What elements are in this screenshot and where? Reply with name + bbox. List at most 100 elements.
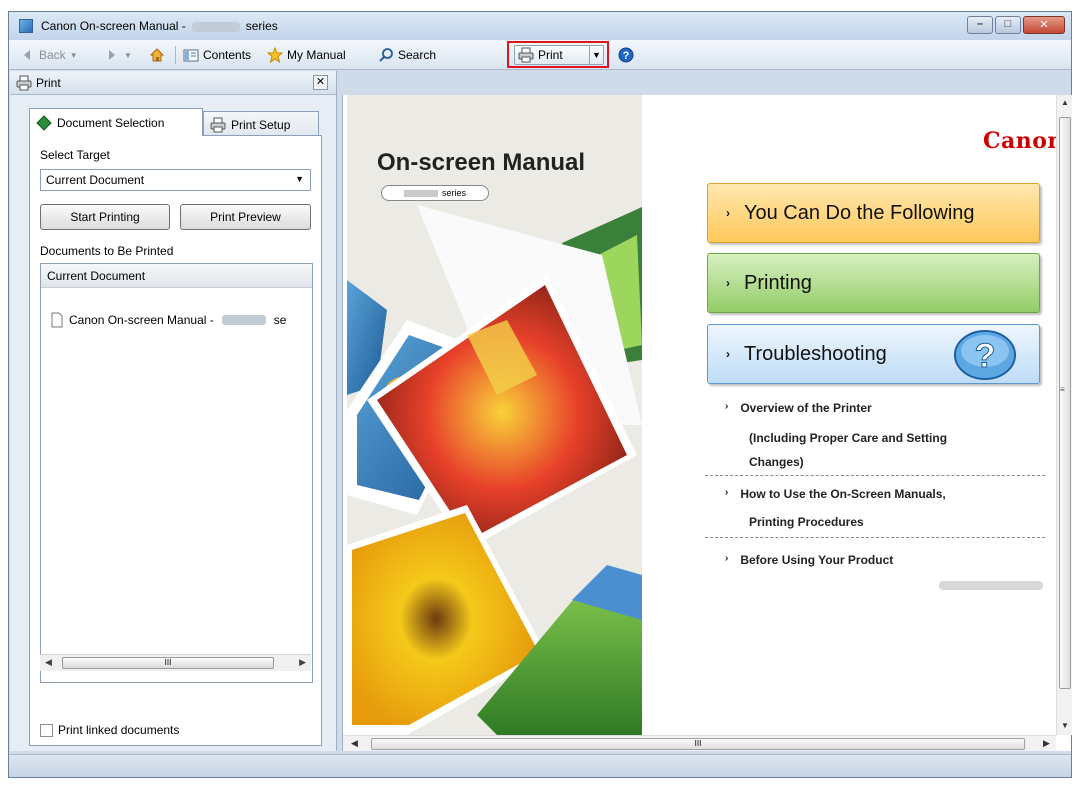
svg-text:?: ?	[975, 337, 996, 375]
scroll-up-icon[interactable]: ▲	[1061, 98, 1069, 107]
troubleshooting-label: Troubleshooting	[744, 342, 887, 365]
document-selection-panel: Select Target Current Document ▼ Start P…	[29, 135, 322, 746]
overview-link-line3[interactable]: Changes)	[749, 455, 804, 469]
troubleshooting-button[interactable]: › Troubleshooting ?	[707, 324, 1040, 384]
print-linked-checkbox[interactable]: Print linked documents	[40, 723, 179, 737]
scroll-grip: III	[694, 739, 702, 748]
minimize-button[interactable]: –	[967, 16, 993, 34]
document-selection-icon	[36, 114, 52, 131]
print-pane-title: Print	[36, 76, 61, 90]
before-using-link[interactable]: › Before Using Your Product	[725, 553, 893, 567]
scroll-left-icon[interactable]: ◀	[45, 657, 52, 668]
divider	[705, 537, 1045, 538]
print-linked-label: Print linked documents	[58, 723, 180, 737]
list-header: Current Document	[41, 264, 312, 288]
window-title-suffix: series	[245, 19, 278, 33]
print-highlight-frame	[507, 41, 609, 68]
scroll-thumb[interactable]: III	[371, 738, 1025, 750]
back-button[interactable]: Back ▼	[19, 46, 78, 64]
content-horizontal-scrollbar[interactable]: ◀ III ▶	[343, 735, 1056, 751]
forward-arrow-icon	[109, 50, 115, 60]
divider	[705, 475, 1045, 476]
scroll-right-icon[interactable]: ▶	[299, 657, 306, 668]
you-can-do-button[interactable]: › You Can Do the Following	[707, 183, 1040, 243]
print-pane-header: Print ✕	[10, 71, 336, 95]
product-code-mask	[939, 581, 1043, 590]
scroll-left-icon[interactable]: ◀	[351, 738, 358, 749]
chevron-right-icon: ›	[725, 401, 729, 412]
model-name-mask	[221, 315, 266, 325]
print-preview-button[interactable]: Print Preview	[180, 204, 311, 230]
my-manual-label: My Manual	[287, 48, 346, 62]
maximize-button[interactable]: □	[995, 16, 1021, 34]
documents-list[interactable]: Current Document Canon On-screen Manual …	[40, 263, 313, 683]
back-dropdown-icon: ▼	[69, 50, 78, 60]
overview-link-label: Overview of the Printer	[740, 401, 872, 415]
chevron-right-icon: ›	[726, 276, 730, 290]
model-name-mask	[403, 189, 438, 197]
printing-label: Printing	[744, 271, 812, 294]
manual-cover: On-screen Manual series	[347, 95, 642, 735]
manual-content: On-screen Manual series Canon › You Can …	[342, 95, 1072, 751]
status-bar	[9, 754, 1071, 777]
window-controls: – □ ✕	[967, 16, 1065, 34]
star-icon	[267, 47, 283, 63]
list-item[interactable]: Canon On-screen Manual - se	[49, 312, 286, 328]
series-label: series	[441, 188, 466, 198]
search-icon	[379, 48, 393, 62]
tab-print-setup[interactable]: Print Setup	[203, 111, 319, 137]
search-button[interactable]: Search	[378, 46, 436, 64]
app-icon	[19, 19, 33, 33]
select-target-dropdown[interactable]: Current Document ▼	[40, 169, 311, 191]
close-icon: ✕	[315, 76, 326, 88]
help-icon: ?	[618, 47, 634, 63]
close-icon: ✕	[1039, 19, 1049, 31]
select-target-label: Select Target	[40, 148, 110, 162]
pane-close-button[interactable]: ✕	[313, 75, 328, 90]
minimize-icon: –	[976, 18, 984, 30]
start-printing-button[interactable]: Start Printing	[40, 204, 170, 230]
overview-link[interactable]: › Overview of the Printer	[725, 401, 872, 415]
contents-button[interactable]: Contents	[183, 46, 251, 64]
help-button[interactable]: ?	[618, 46, 634, 64]
overview-link-label-3: Changes)	[749, 455, 804, 469]
documents-to-print-label: Documents to Be Printed	[40, 244, 174, 258]
svg-text:?: ?	[623, 50, 630, 62]
list-horizontal-scrollbar[interactable]: ◀ III ▶	[40, 654, 311, 671]
contents-book-icon	[183, 49, 199, 62]
document-icon	[51, 312, 63, 328]
back-label: Back	[39, 48, 66, 62]
close-button[interactable]: ✕	[1023, 16, 1065, 34]
print-pane: Print ✕ Document Selection Print Setup S…	[10, 71, 337, 751]
tab-document-selection[interactable]: Document Selection	[29, 108, 203, 136]
start-printing-label: Start Printing	[70, 210, 140, 224]
title-bar: Canon On-screen Manual - series – □ ✕	[9, 12, 1071, 40]
forward-button[interactable]: ▼	[104, 46, 132, 64]
overview-link-line2[interactable]: (Including Proper Care and Setting	[749, 431, 947, 445]
scroll-grip: III	[164, 658, 172, 667]
content-vertical-scrollbar[interactable]: ▲ ≡ ▼	[1056, 95, 1072, 735]
maximize-icon: □	[1004, 18, 1012, 30]
model-name-mask	[191, 21, 240, 32]
series-badge: series	[381, 185, 489, 201]
toolbar-separator	[175, 46, 176, 64]
printer-icon	[210, 117, 226, 132]
app-window: Canon On-screen Manual - series – □ ✕ Bac…	[8, 11, 1072, 778]
tab-print-setup-label: Print Setup	[231, 117, 291, 132]
how-to-use-link-line2[interactable]: Printing Procedures	[749, 515, 864, 529]
cover-title: On-screen Manual	[377, 149, 586, 176]
scroll-right-icon[interactable]: ▶	[1043, 738, 1050, 749]
scroll-grip-icon: ≡	[1060, 385, 1065, 394]
scroll-thumb[interactable]	[1059, 117, 1071, 689]
home-button[interactable]	[149, 46, 165, 64]
scroll-thumb[interactable]: III	[62, 657, 274, 669]
scroll-down-icon[interactable]: ▼	[1061, 721, 1069, 730]
how-to-use-link-label: How to Use the On-Screen Manuals,	[740, 487, 946, 501]
list-item-suffix: se	[273, 313, 287, 327]
my-manual-button[interactable]: My Manual	[267, 46, 346, 64]
tab-document-selection-label: Document Selection	[57, 115, 165, 130]
printing-button[interactable]: › Printing	[707, 253, 1040, 313]
how-to-use-link[interactable]: › How to Use the On-Screen Manuals,	[725, 487, 946, 501]
checkbox-box[interactable]	[40, 723, 53, 737]
search-label: Search	[398, 48, 437, 62]
